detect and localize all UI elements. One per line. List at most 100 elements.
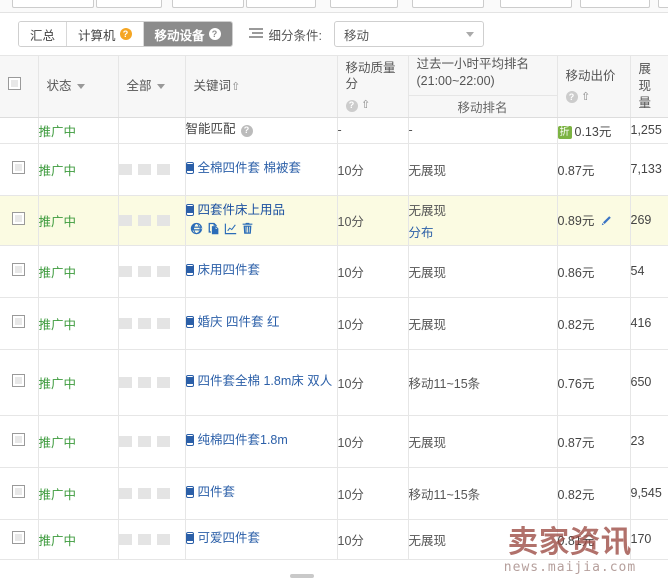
column-state[interactable]: 状态 [38, 55, 119, 118]
toolbar-input-stub[interactable] [12, 0, 94, 8]
row-checkbox[interactable] [12, 531, 26, 545]
row-select-cell[interactable] [0, 143, 39, 196]
chevron-down-icon [466, 32, 475, 37]
row-checkbox[interactable] [12, 374, 26, 388]
row-keyword-cell[interactable]: 四件套全棉 1.8m床 双人 [185, 349, 338, 416]
table-row[interactable]: 推广中 床用四件套 10分 无展现 0.86元 54 [0, 245, 668, 298]
help-icon[interactable]: ? [208, 28, 221, 40]
segment-filter-select[interactable]: 移动 [334, 21, 485, 47]
row-bid-cell[interactable]: 0.81元 [557, 519, 631, 560]
discount-badge: 折 [557, 125, 572, 139]
help-icon[interactable]: ? [565, 91, 578, 104]
toolbar-input-stub[interactable] [172, 0, 244, 8]
row-keyword-cell[interactable]: 婚庆 四件套 红 [185, 297, 338, 350]
keyword-table-container[interactable]: 状态 全部 关键词⇧ 移动质量分 ? ⇧ 过去一小时平均排名(21:00~22:… [0, 55, 668, 579]
keyword-link[interactable]: 婚庆 四件套 红 [198, 315, 280, 329]
row-checkbox[interactable] [12, 161, 26, 175]
row-checkbox[interactable] [12, 485, 26, 499]
row-select-cell[interactable] [0, 245, 39, 298]
help-icon[interactable]: ? [119, 28, 132, 40]
rank-value: 无展现 [408, 265, 447, 280]
toolbar-input-stub[interactable] [246, 0, 316, 8]
keyword-link[interactable]: 可爱四件套 [198, 531, 261, 545]
sort-asc-icon[interactable]: ⇧ [231, 81, 240, 93]
row-keyword-cell[interactable]: 全棉四件套 棉被套 [185, 143, 338, 196]
row-bid-cell[interactable]: 0.87元 [557, 415, 631, 468]
row-select-cell[interactable] [0, 349, 39, 416]
sort-asc-icon[interactable]: ⇧ [581, 91, 590, 103]
row-keyword-cell[interactable]: 床用四件套 [185, 245, 338, 298]
placeholder-blocks [118, 214, 185, 226]
keyword-link[interactable]: 全棉四件套 棉被套 [198, 161, 301, 175]
table-row[interactable]: 推广中 四套件床上用品 10分 无展现 分布 0.89元 269 [0, 195, 668, 246]
keyword-link[interactable]: 四套件床上用品 [198, 203, 286, 217]
column-quality-label: 移动质量分 [345, 60, 396, 92]
toolbar-input-stub[interactable] [96, 0, 162, 8]
row-checkbox[interactable] [12, 315, 26, 329]
toolbar-input-stub[interactable] [580, 0, 650, 8]
select-all-checkbox[interactable] [8, 77, 21, 91]
row-select-cell[interactable] [0, 195, 39, 246]
row-keyword-cell[interactable]: 智能匹配? [185, 117, 338, 144]
row-select-cell[interactable] [0, 519, 39, 560]
row-keyword-cell[interactable]: 可爱四件套 [185, 519, 338, 560]
globe-icon[interactable] [190, 222, 203, 235]
keyword-link[interactable]: 纯棉四件套1.8m [198, 433, 288, 447]
column-impressions[interactable]: 展现量 [630, 55, 668, 118]
column-bid[interactable]: 移动出价 ? ⇧ [557, 55, 631, 118]
copy-icon[interactable] [207, 222, 220, 235]
row-bid-cell[interactable]: 0.87元 [557, 143, 631, 196]
table-row[interactable]: 推广中 四件套 10分 移动11~15条 0.82元 9,545 [0, 467, 668, 520]
placeholder-block [156, 163, 170, 175]
tab-summary[interactable]: 汇总 [19, 22, 68, 46]
column-keyword[interactable]: 关键词⇧ [185, 55, 338, 118]
toolbar-input-stub[interactable] [330, 0, 398, 8]
toolbar-input-stub[interactable] [412, 0, 484, 8]
row-keyword-cell[interactable]: 四件套 [185, 467, 338, 520]
row-bid-cell[interactable]: 0.82元 [557, 297, 631, 350]
toolbar-input-stub[interactable] [500, 0, 572, 8]
trend-chart-icon[interactable] [224, 222, 237, 235]
row-checkbox[interactable] [12, 263, 26, 277]
table-row[interactable]: 推广中 全棉四件套 棉被套 10分 无展现 0.87元 7,133 [0, 143, 668, 196]
keyword-link[interactable]: 四件套 [198, 485, 236, 499]
row-select-cell[interactable] [0, 297, 39, 350]
row-bid-cell[interactable]: 折 0.13元 [557, 117, 631, 144]
toolbar-input-stub[interactable] [658, 0, 668, 8]
help-icon[interactable]: ? [345, 99, 358, 112]
row-all-cell [118, 245, 186, 298]
sort-asc-icon[interactable]: ⇧ [361, 99, 370, 111]
keyword-line: 纯棉四件套1.8m [185, 431, 337, 450]
placeholder-block [156, 376, 170, 388]
row-bid-cell[interactable]: 0.76元 [557, 349, 631, 416]
table-row[interactable]: 推广中 四件套全棉 1.8m床 双人 10分 移动11~15条 0.76元 650 [0, 349, 668, 416]
keyword-link[interactable]: 床用四件套 [198, 263, 261, 277]
row-select-cell[interactable] [0, 415, 39, 468]
table-row[interactable]: 推广中 纯棉四件套1.8m 10分 无展现 0.87元 23 [0, 415, 668, 468]
table-row[interactable]: 推广中 婚庆 四件套 红 10分 无展现 0.82元 416 [0, 297, 668, 350]
keyword-link[interactable]: 四件套全棉 1.8m床 双人 [198, 374, 333, 388]
column-quality[interactable]: 移动质量分 ? ⇧ [337, 55, 409, 118]
keyword-line: 四件套 [185, 483, 337, 502]
edit-pencil-icon[interactable] [600, 215, 612, 230]
row-bid-cell[interactable]: 0.89元 [557, 195, 631, 246]
row-checkbox[interactable] [12, 433, 26, 447]
bid-value: 0.87元 [557, 163, 595, 178]
row-keyword-cell[interactable]: 四套件床上用品 [185, 195, 338, 246]
table-row[interactable]: 推广中 智能匹配? - - 折 0.13元 1,255 [0, 117, 668, 144]
rank-value: - [408, 123, 413, 138]
horizontal-scrollbar[interactable] [0, 573, 668, 579]
help-icon[interactable]: ? [240, 124, 253, 137]
tab-mobile-device[interactable]: 移动设备 ? [143, 22, 232, 46]
impressions-value: 23 [630, 434, 645, 449]
row-keyword-cell[interactable]: 纯棉四件套1.8m [185, 415, 338, 468]
row-select-cell[interactable] [0, 467, 39, 520]
rank-distribution-link[interactable]: 分布 [409, 222, 557, 241]
trash-icon[interactable] [241, 222, 254, 235]
row-checkbox[interactable] [12, 212, 26, 226]
row-bid-cell[interactable]: 0.82元 [557, 467, 631, 520]
table-row[interactable]: 推广中 可爱四件套 10分 无展现 0.81元 170 [0, 519, 668, 560]
row-bid-cell[interactable]: 0.86元 [557, 245, 631, 298]
tab-computer[interactable]: 计算机 ? [67, 22, 144, 46]
column-all[interactable]: 全部 [118, 55, 186, 118]
